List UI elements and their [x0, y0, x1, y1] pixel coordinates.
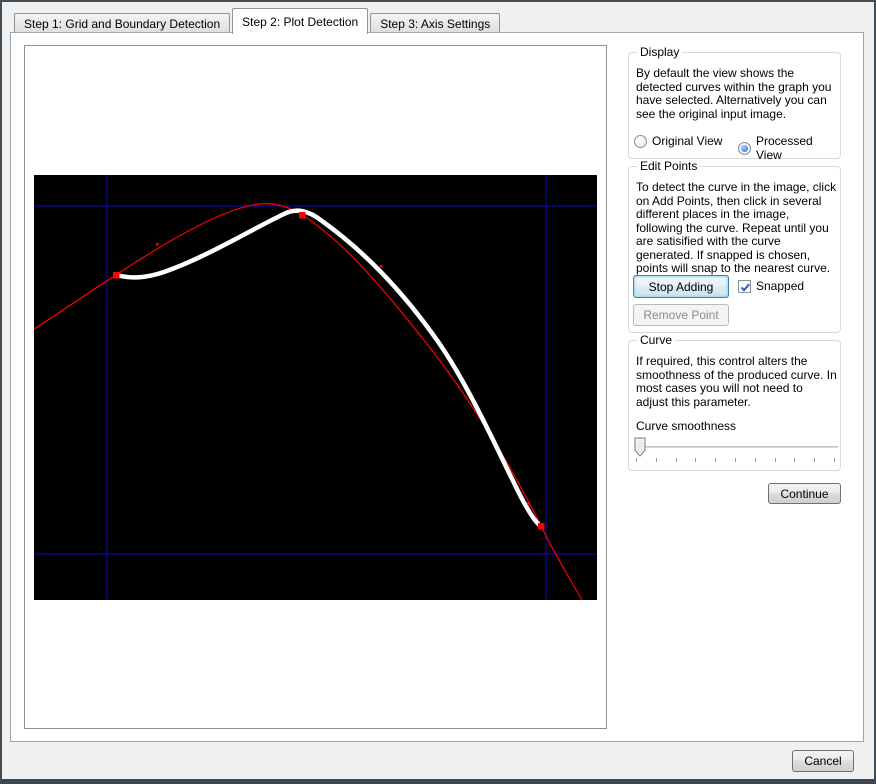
curve-description: If required, this control alters the smo… — [636, 355, 837, 409]
radio-original-view-icon — [634, 135, 647, 148]
curve-group-title: Curve — [637, 333, 675, 347]
tab-step1-grid-boundary-detection[interactable]: Step 1: Grid and Boundary Detection — [14, 13, 230, 32]
detected-curve-plot[interactable] — [34, 175, 597, 600]
snapped-checkbox-icon — [738, 280, 751, 293]
radio-processed-view[interactable]: Processed View — [738, 134, 837, 162]
radio-original-view[interactable]: Original View — [634, 134, 722, 148]
snapped-checkbox[interactable]: Snapped — [738, 279, 804, 293]
tab-step2-plot-detection[interactable]: Step 2: Plot Detection — [232, 8, 368, 34]
slider-thumb-icon[interactable] — [634, 437, 646, 457]
slider-track[interactable] — [634, 446, 838, 448]
edit-points-group: Edit Points To detect the curve in the i… — [628, 166, 841, 333]
radio-original-view-label: Original View — [652, 134, 722, 148]
stop-adding-button[interactable]: Stop Adding — [633, 275, 729, 298]
snapped-checkbox-label: Snapped — [756, 279, 804, 293]
view-radio-row: Original View Processed View — [634, 134, 837, 150]
tab-pane: Display By default the view shows the de… — [10, 32, 864, 742]
display-group: Display By default the view shows the de… — [628, 52, 841, 159]
slider-ticks — [636, 458, 836, 463]
edit-points-group-title: Edit Points — [637, 159, 700, 173]
processed-image[interactable] — [34, 175, 597, 600]
radio-processed-view-icon — [738, 142, 751, 155]
edit-points-description: To detect the curve in the image, click … — [636, 181, 837, 276]
curve-group: Curve If required, this control alters t… — [628, 340, 841, 471]
display-group-title: Display — [637, 45, 682, 59]
image-canvas[interactable] — [24, 45, 607, 729]
curve-smoothness-slider[interactable] — [634, 437, 838, 467]
display-description: By default the view shows the detected c… — [636, 67, 837, 121]
wizard-tabbar: Step 1: Grid and Boundary Detection Step… — [14, 8, 502, 32]
cancel-button[interactable]: Cancel — [792, 750, 854, 772]
continue-button[interactable]: Continue — [768, 483, 841, 504]
curve-smoothness-label: Curve smoothness — [636, 419, 736, 433]
remove-point-button[interactable]: Remove Point — [633, 304, 729, 326]
radio-processed-view-label: Processed View — [756, 134, 837, 162]
tab-step3-axis-settings[interactable]: Step 3: Axis Settings — [370, 13, 500, 32]
